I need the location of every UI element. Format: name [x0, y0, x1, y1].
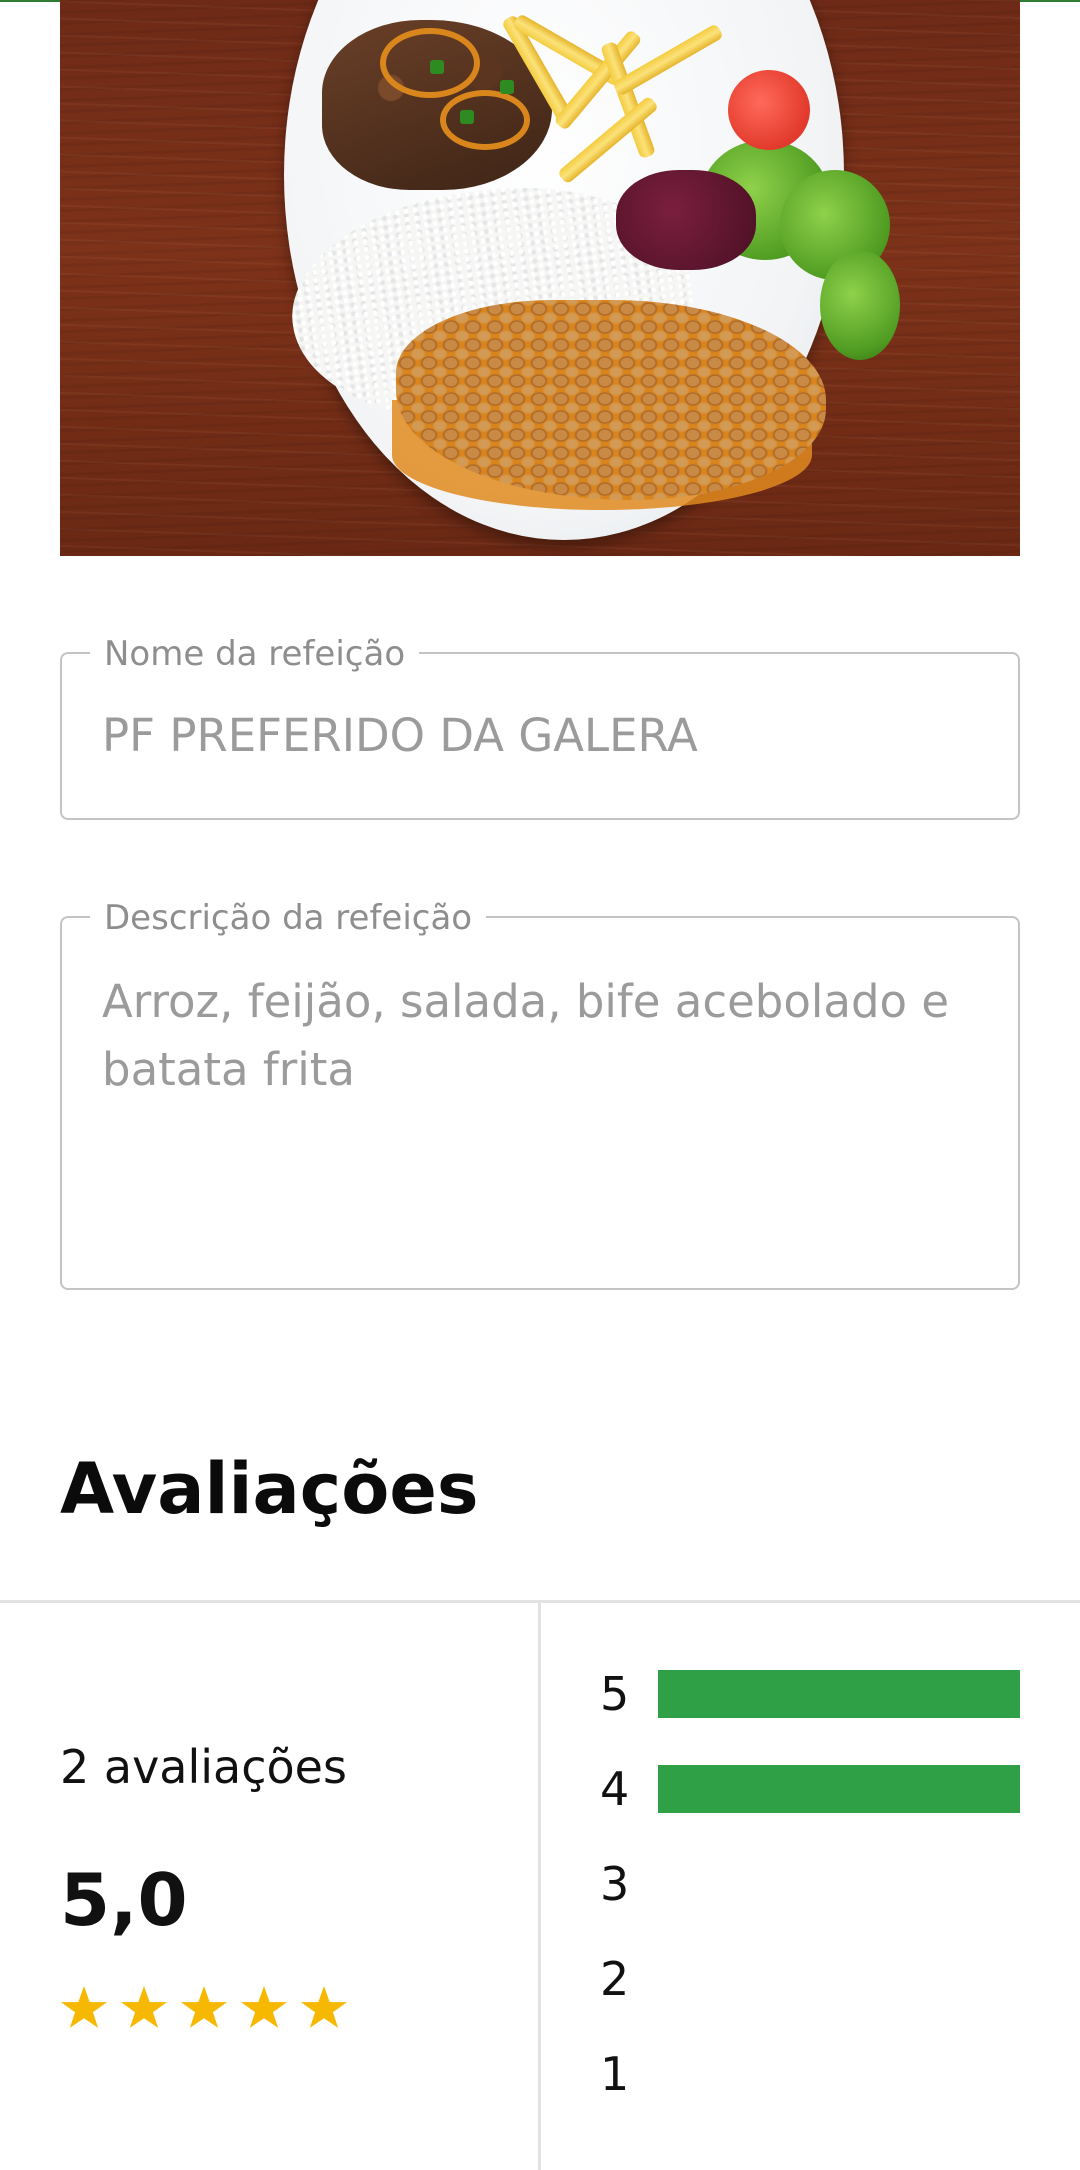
herb-shape [500, 80, 514, 94]
onion-ring-shape [440, 90, 530, 150]
beet-shape [616, 170, 756, 270]
tomato-shape [728, 70, 810, 150]
rating-row: 1 [600, 2042, 1020, 2137]
rating-row: 4 [600, 1757, 1020, 1852]
herb-shape [460, 110, 474, 124]
meal-name-field[interactable]: Nome da refeição PF PREFERIDO DA GALERA [60, 636, 1020, 820]
star-icon [300, 1986, 348, 2028]
rating-bar-track [658, 1860, 1020, 1908]
rating-bar-track [658, 2050, 1020, 2098]
herb-shape [430, 60, 444, 74]
meal-description-value[interactable]: Arroz, feijão, salada, bife acebolado e … [102, 968, 978, 1104]
rating-row: 5 [600, 1662, 1020, 1757]
star-icon [60, 1986, 108, 2028]
rating-stars [60, 1986, 348, 2032]
meal-photo [60, 0, 1020, 556]
rating-row: 3 [600, 1852, 1020, 1947]
rating-row: 2 [600, 1947, 1020, 2042]
star-icon [180, 1986, 228, 2028]
rating-row-label: 5 [600, 1667, 630, 1721]
rating-distribution: 5 4 3 2 1 [600, 1662, 1020, 2137]
rating-bar-track [658, 1955, 1020, 2003]
meal-name-label: Nome da refeição [90, 636, 420, 672]
reviews-title: Avaliações [60, 1448, 479, 1530]
lettuce-shape [820, 250, 900, 360]
rating-row-label: 2 [600, 1952, 630, 2006]
star-icon [240, 1986, 288, 2028]
reviews-average: 5,0 [60, 1858, 188, 1942]
rating-bar-track [658, 1765, 1020, 1813]
meal-description-field[interactable]: Descrição da refeição Arroz, feijão, sal… [60, 900, 1020, 1290]
meal-description-label: Descrição da refeição [90, 900, 487, 936]
rating-bar-fill [658, 1670, 1020, 1718]
rating-bar-fill [658, 1765, 1020, 1813]
rating-row-label: 3 [600, 1857, 630, 1911]
star-icon [120, 1986, 168, 2028]
rating-bar-track [658, 1670, 1020, 1718]
rating-row-label: 4 [600, 1762, 630, 1816]
reviews-count: 2 avaliações [60, 1740, 347, 1794]
reviews-divider-vertical [538, 1600, 541, 2170]
rating-row-label: 1 [600, 2047, 630, 2101]
meal-name-value[interactable]: PF PREFERIDO DA GALERA [102, 702, 978, 770]
